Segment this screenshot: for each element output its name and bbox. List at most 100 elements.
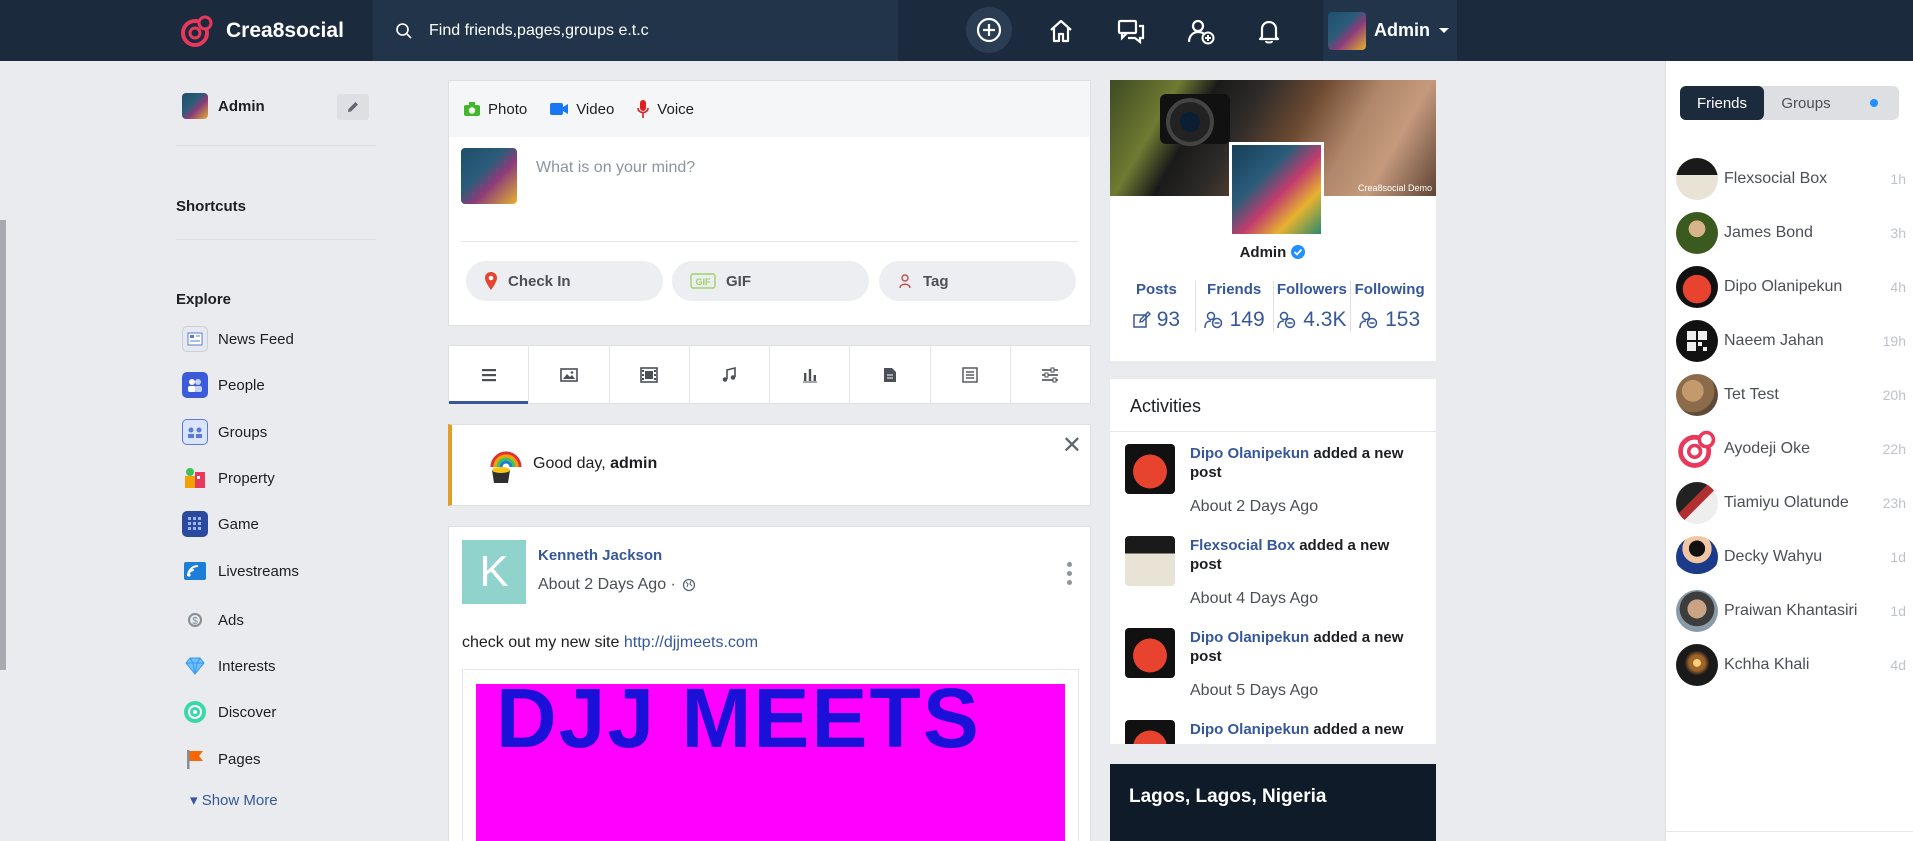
location-pin-icon	[485, 272, 497, 290]
voice-tab[interactable]: Voice	[636, 99, 694, 119]
tab-files[interactable]	[850, 346, 931, 403]
create-button[interactable]	[966, 7, 1012, 53]
friend-name: Kchha Khali	[1724, 656, 1810, 673]
greeting-prefix: Good day,	[533, 455, 611, 472]
chat-friend-item[interactable]: Dipo Olanipekun 4h	[1676, 265, 1906, 309]
sidebar-item-interests[interactable]: Interests	[182, 653, 276, 679]
stat-followers[interactable]: Followers 4.3K	[1274, 281, 1352, 332]
activities-heading: Activities	[1130, 396, 1202, 416]
show-more-link[interactable]: ▾ Show More	[190, 791, 278, 809]
close-icon[interactable]: ✕	[1062, 431, 1082, 460]
sidebar-profile-link[interactable]: Admin	[182, 93, 265, 119]
online-status-dot[interactable]	[1870, 99, 1878, 107]
avatar	[1125, 536, 1175, 586]
sidebar-item-livestreams[interactable]: Livestreams	[182, 558, 299, 584]
sidebar-item-ads[interactable]: $ Ads	[182, 607, 244, 633]
home-button[interactable]	[1043, 13, 1079, 49]
location-card: Lagos, Lagos, Nigeria	[1110, 764, 1436, 841]
chat-friend-item[interactable]: James Bond 3h	[1676, 211, 1906, 255]
search-input[interactable]: Find friends,pages,groups e.t.c	[373, 0, 898, 61]
friend-last-seen: 3h	[1890, 225, 1906, 241]
stat-following[interactable]: Following 153	[1351, 281, 1428, 332]
stat-posts[interactable]: Posts 93	[1118, 281, 1196, 332]
friends-icon	[1359, 311, 1378, 329]
tab-videos[interactable]	[610, 346, 690, 403]
poll-icon	[802, 368, 817, 382]
tab-photos[interactable]	[529, 346, 610, 403]
link-preview[interactable]: DJJ MEETS	[462, 669, 1079, 841]
edit-profile-button[interactable]	[337, 94, 369, 120]
activity-user[interactable]: Dipo Olanipekun	[1190, 721, 1309, 738]
messages-icon	[1117, 19, 1145, 45]
tab-settings[interactable]	[1011, 346, 1090, 403]
profile-card: Crea8social Demo Admin Posts 93 Friends …	[1110, 80, 1436, 361]
post-options-button[interactable]	[1067, 562, 1072, 585]
check-in-label: Check In	[508, 272, 571, 290]
post-text-input[interactable]: What is on your mind?	[536, 159, 695, 177]
page-scrollbar[interactable]	[0, 220, 6, 670]
chat-friend-item[interactable]: Ayodeji Oke 22h	[1676, 427, 1906, 471]
post-meta: About 2 Days Ago ·	[538, 576, 696, 594]
chat-friend-item[interactable]: Tiamiyu Olatunde 23h	[1676, 481, 1906, 525]
chat-friend-item[interactable]: Naeem Jahan 19h	[1676, 319, 1906, 363]
activity-user[interactable]: Dipo Olanipekun	[1190, 629, 1309, 646]
sidebar-item-people[interactable]: People	[182, 372, 265, 398]
activity-text: Dipo Olanipekun added a new post	[1190, 628, 1420, 666]
tab-friends[interactable]: Friends	[1680, 86, 1764, 120]
activity-user[interactable]: Flexsocial Box	[1190, 537, 1295, 554]
brand-logo[interactable]: Crea8social	[180, 14, 344, 48]
chat-friend-item[interactable]: Praiwan Khantasiri 1d	[1676, 589, 1906, 633]
tag-button[interactable]: Tag	[879, 261, 1076, 301]
tab-polls[interactable]	[770, 346, 851, 403]
top-navbar: Crea8social Find friends,pages,groups e.…	[0, 0, 1913, 61]
chat-friend-item[interactable]: Decky Wahyu 1d	[1676, 535, 1906, 579]
post-body: check out my new site http://djjmeets.co…	[462, 634, 758, 652]
post-link[interactable]: http://djjmeets.com	[624, 634, 758, 651]
activity-user[interactable]: Dipo Olanipekun	[1190, 445, 1309, 462]
profile-avatar[interactable]	[1229, 142, 1324, 237]
friend-last-seen: 4h	[1890, 279, 1906, 295]
avatar[interactable]: K	[462, 540, 526, 604]
sidebar-item-property[interactable]: Property	[182, 465, 275, 491]
user-avatar	[1328, 11, 1366, 50]
post-time[interactable]: About 2 Days Ago ·	[538, 576, 676, 594]
search-icon	[396, 22, 412, 39]
explore-heading: Explore	[176, 291, 232, 308]
gif-button[interactable]: GIF GIF	[672, 261, 869, 301]
sidebar-item-news-feed[interactable]: News Feed	[182, 326, 294, 352]
messages-button[interactable]	[1113, 13, 1149, 49]
chat-friend-item[interactable]: Tet Test 20h	[1676, 373, 1906, 417]
sidebar-item-label: Livestreams	[218, 562, 299, 580]
sidebar-item-groups[interactable]: Groups	[182, 419, 267, 445]
video-tab[interactable]: Video	[549, 101, 614, 118]
check-in-button[interactable]: Check In	[466, 261, 663, 301]
friend-requests-button[interactable]	[1183, 13, 1219, 49]
tab-all[interactable]	[449, 346, 530, 404]
profile-stats: Posts 93 Friends 149 Followers 4.3K Foll…	[1118, 281, 1428, 332]
friend-name: Tet Test	[1724, 386, 1779, 403]
feed-filter-tabs	[448, 345, 1091, 404]
sidebar-item-discover[interactable]: Discover	[182, 699, 276, 725]
activity-text: Flexsocial Box added a new post	[1190, 536, 1420, 574]
rainbow-pot-icon	[490, 451, 522, 483]
post-author[interactable]: Kenneth Jackson	[538, 547, 662, 564]
sidebar-item-pages[interactable]: Pages	[182, 746, 261, 772]
stat-label: Followers	[1276, 281, 1347, 298]
chat-friend-item[interactable]: Flexsocial Box 1h	[1676, 157, 1906, 201]
list-icon	[962, 366, 978, 383]
tab-articles[interactable]	[931, 346, 1011, 403]
tab-music[interactable]	[690, 346, 770, 403]
stat-friends[interactable]: Friends 149	[1196, 281, 1274, 332]
avatar	[1676, 158, 1718, 200]
profile-name[interactable]: Admin	[1110, 244, 1436, 261]
sidebar-item-game[interactable]: Game	[182, 511, 259, 537]
notifications-button[interactable]	[1251, 13, 1287, 49]
user-menu[interactable]: Admin	[1323, 0, 1457, 61]
music-icon	[723, 366, 737, 382]
property-icon	[182, 465, 208, 491]
activity-time: About 2 Days Ago	[1190, 498, 1319, 515]
tab-groups[interactable]: Groups	[1764, 86, 1848, 120]
search-placeholder: Find friends,pages,groups e.t.c	[429, 21, 649, 39]
chat-friend-item[interactable]: Kchha Khali 4d	[1676, 643, 1906, 687]
photo-tab[interactable]: Photo	[463, 101, 527, 118]
